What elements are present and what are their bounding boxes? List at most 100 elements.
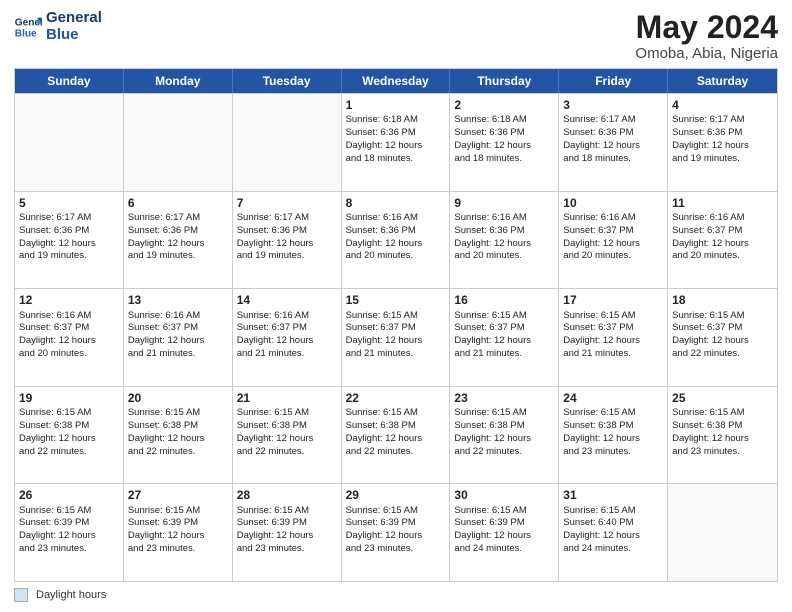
day-info: Daylight: 12 hours (19, 530, 119, 543)
day-info: and 19 minutes. (237, 250, 337, 263)
day-number: 14 (237, 292, 337, 308)
calendar-header-wednesday: Wednesday (342, 69, 451, 93)
day-info: and 23 minutes. (19, 543, 119, 556)
day-info: Daylight: 12 hours (19, 238, 119, 251)
calendar-week-4: 19Sunrise: 6:15 AMSunset: 6:38 PMDayligh… (15, 386, 777, 484)
day-info: Daylight: 12 hours (346, 530, 446, 543)
day-number: 28 (237, 487, 337, 503)
calendar-cell: 24Sunrise: 6:15 AMSunset: 6:38 PMDayligh… (559, 387, 668, 484)
calendar-cell: 4Sunrise: 6:17 AMSunset: 6:36 PMDaylight… (668, 94, 777, 191)
day-info: Sunset: 6:37 PM (19, 322, 119, 335)
day-info: Sunset: 6:38 PM (454, 420, 554, 433)
calendar-cell: 2Sunrise: 6:18 AMSunset: 6:36 PMDaylight… (450, 94, 559, 191)
day-number: 7 (237, 195, 337, 211)
day-number: 30 (454, 487, 554, 503)
day-info: Sunset: 6:36 PM (237, 225, 337, 238)
day-info: Sunset: 6:37 PM (563, 225, 663, 238)
day-info: and 20 minutes. (563, 250, 663, 263)
day-number: 5 (19, 195, 119, 211)
page: General Blue General Blue May 2024 Omoba… (0, 0, 792, 612)
day-info: Sunset: 6:37 PM (237, 322, 337, 335)
day-info: Sunrise: 6:15 AM (672, 310, 773, 323)
day-number: 15 (346, 292, 446, 308)
day-info: and 22 minutes. (346, 446, 446, 459)
day-info: and 19 minutes. (672, 153, 773, 166)
day-info: Sunset: 6:36 PM (346, 127, 446, 140)
day-info: Sunset: 6:36 PM (454, 225, 554, 238)
day-info: Sunrise: 6:15 AM (128, 505, 228, 518)
day-info: Sunrise: 6:16 AM (237, 310, 337, 323)
calendar-cell: 31Sunrise: 6:15 AMSunset: 6:40 PMDayligh… (559, 484, 668, 581)
day-info: and 21 minutes. (346, 348, 446, 361)
calendar-cell: 25Sunrise: 6:15 AMSunset: 6:38 PMDayligh… (668, 387, 777, 484)
day-info: Sunset: 6:36 PM (19, 225, 119, 238)
calendar-cell: 18Sunrise: 6:15 AMSunset: 6:37 PMDayligh… (668, 289, 777, 386)
day-info: Sunset: 6:39 PM (19, 517, 119, 530)
day-info: Daylight: 12 hours (563, 238, 663, 251)
day-info: Daylight: 12 hours (128, 433, 228, 446)
day-info: Daylight: 12 hours (237, 530, 337, 543)
day-info: Sunset: 6:39 PM (128, 517, 228, 530)
day-info: Sunrise: 6:15 AM (237, 407, 337, 420)
day-info: Sunset: 6:39 PM (237, 517, 337, 530)
legend-box (14, 588, 28, 602)
day-info: Sunrise: 6:15 AM (563, 505, 663, 518)
day-info: and 18 minutes. (346, 153, 446, 166)
calendar-title: May 2024 (635, 10, 778, 45)
day-info: Sunrise: 6:15 AM (563, 407, 663, 420)
calendar-header-sunday: Sunday (15, 69, 124, 93)
day-number: 11 (672, 195, 773, 211)
calendar-body: 1Sunrise: 6:18 AMSunset: 6:36 PMDaylight… (15, 93, 777, 581)
day-info: and 22 minutes. (672, 348, 773, 361)
calendar-cell: 23Sunrise: 6:15 AMSunset: 6:38 PMDayligh… (450, 387, 559, 484)
day-number: 25 (672, 390, 773, 406)
day-info: Sunrise: 6:15 AM (563, 310, 663, 323)
calendar-cell: 19Sunrise: 6:15 AMSunset: 6:38 PMDayligh… (15, 387, 124, 484)
day-info: Sunrise: 6:17 AM (672, 114, 773, 127)
calendar-cell: 28Sunrise: 6:15 AMSunset: 6:39 PMDayligh… (233, 484, 342, 581)
day-info: Sunrise: 6:15 AM (19, 505, 119, 518)
day-number: 17 (563, 292, 663, 308)
day-number: 31 (563, 487, 663, 503)
calendar-cell: 6Sunrise: 6:17 AMSunset: 6:36 PMDaylight… (124, 192, 233, 289)
day-info: and 24 minutes. (454, 543, 554, 556)
day-info: Daylight: 12 hours (237, 335, 337, 348)
day-info: and 20 minutes. (672, 250, 773, 263)
legend-label: Daylight hours (36, 589, 106, 601)
day-number: 2 (454, 97, 554, 113)
calendar-cell (233, 94, 342, 191)
calendar-header-row: SundayMondayTuesdayWednesdayThursdayFrid… (15, 69, 777, 93)
day-info: Daylight: 12 hours (346, 335, 446, 348)
calendar-cell: 22Sunrise: 6:15 AMSunset: 6:38 PMDayligh… (342, 387, 451, 484)
day-info: and 20 minutes. (454, 250, 554, 263)
day-info: Daylight: 12 hours (563, 335, 663, 348)
day-info: Daylight: 12 hours (672, 140, 773, 153)
calendar-header-friday: Friday (559, 69, 668, 93)
calendar-cell: 30Sunrise: 6:15 AMSunset: 6:39 PMDayligh… (450, 484, 559, 581)
day-number: 1 (346, 97, 446, 113)
day-number: 22 (346, 390, 446, 406)
calendar-cell: 12Sunrise: 6:16 AMSunset: 6:37 PMDayligh… (15, 289, 124, 386)
calendar: SundayMondayTuesdayWednesdayThursdayFrid… (14, 68, 778, 582)
day-info: Daylight: 12 hours (237, 433, 337, 446)
day-info: Sunrise: 6:15 AM (454, 310, 554, 323)
calendar-week-2: 5Sunrise: 6:17 AMSunset: 6:36 PMDaylight… (15, 191, 777, 289)
calendar-subtitle: Omoba, Abia, Nigeria (635, 45, 778, 62)
day-number: 27 (128, 487, 228, 503)
day-info: and 23 minutes. (672, 446, 773, 459)
logo-general: General (46, 10, 102, 27)
day-info: Sunset: 6:36 PM (346, 225, 446, 238)
calendar-cell: 21Sunrise: 6:15 AMSunset: 6:38 PMDayligh… (233, 387, 342, 484)
day-info: Daylight: 12 hours (19, 335, 119, 348)
day-info: Daylight: 12 hours (563, 433, 663, 446)
day-info: and 18 minutes. (454, 153, 554, 166)
day-info: Sunrise: 6:15 AM (454, 407, 554, 420)
day-info: Sunrise: 6:17 AM (128, 212, 228, 225)
day-info: Daylight: 12 hours (672, 433, 773, 446)
calendar-week-3: 12Sunrise: 6:16 AMSunset: 6:37 PMDayligh… (15, 288, 777, 386)
calendar-cell: 5Sunrise: 6:17 AMSunset: 6:36 PMDaylight… (15, 192, 124, 289)
day-info: and 21 minutes. (237, 348, 337, 361)
title-block: May 2024 Omoba, Abia, Nigeria (635, 10, 778, 62)
calendar-week-1: 1Sunrise: 6:18 AMSunset: 6:36 PMDaylight… (15, 93, 777, 191)
day-info: and 22 minutes. (454, 446, 554, 459)
